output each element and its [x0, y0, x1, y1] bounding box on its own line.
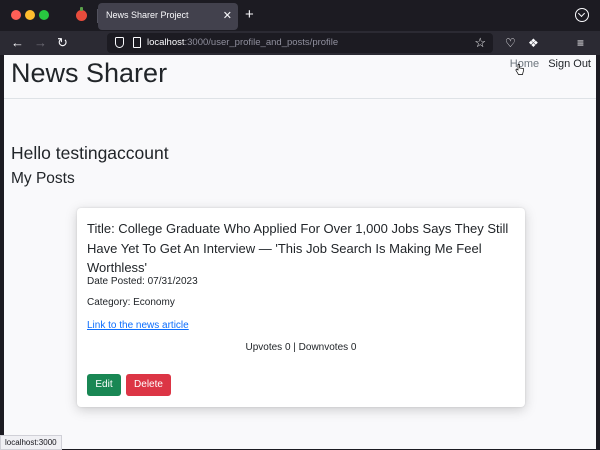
header-divider: [4, 98, 596, 99]
post-title: Title: College Graduate Who Applied For …: [87, 221, 509, 275]
url-text[interactable]: localhost:3000/user_profile_and_posts/pr…: [147, 37, 338, 48]
tab-news-sharer[interactable]: News Sharer Project ✕: [98, 3, 238, 30]
list-all-tabs-icon[interactable]: [575, 8, 589, 22]
minimize-window-button[interactable]: [25, 10, 35, 20]
post-card: Title: College Graduate Who Applied For …: [77, 208, 525, 407]
url-host: localhost: [147, 37, 185, 48]
edit-button[interactable]: Edit: [87, 374, 121, 396]
my-posts-heading: My Posts: [11, 170, 75, 187]
forward-arrow-icon[interactable]: →: [34, 35, 47, 51]
extensions-icon[interactable]: ❖: [528, 35, 539, 51]
close-window-button[interactable]: [11, 10, 21, 20]
post-date: Date Posted: 07/31/2023: [87, 276, 198, 287]
shield-icon[interactable]: [115, 37, 124, 48]
site-brand[interactable]: News Sharer: [11, 58, 167, 89]
pinned-tab[interactable]: [66, 2, 96, 30]
pocket-icon[interactable]: ♡: [505, 35, 516, 51]
url-path: :3000/user_profile_and_posts/profile: [184, 37, 339, 48]
tomato-favicon-icon: [76, 7, 87, 21]
bookmark-star-icon[interactable]: ☆: [474, 34, 486, 51]
greeting-heading: Hello testingaccount: [11, 143, 169, 163]
post-category: Category: Economy: [87, 297, 175, 308]
news-article-link[interactable]: Link to the news article: [87, 320, 189, 331]
tab-title: News Sharer Project: [106, 10, 189, 20]
hand-cursor-icon: [515, 64, 524, 75]
reload-icon[interactable]: ↻: [57, 35, 68, 51]
tab-bar: News Sharer Project ✕ +: [0, 0, 600, 31]
maximize-window-button[interactable]: [39, 10, 49, 20]
sign-out-link[interactable]: Sign Out: [548, 58, 591, 70]
tab-close-icon[interactable]: ✕: [223, 9, 232, 23]
hamburger-menu-icon[interactable]: ≡: [577, 35, 584, 51]
vote-counts: Upvotes 0 | Downvotes 0: [245, 342, 357, 353]
address-bar[interactable]: localhost:3000/user_profile_and_posts/pr…: [107, 33, 493, 53]
page-viewport: News Sharer Home Sign Out Hello testinga…: [4, 55, 596, 449]
status-bar-url: localhost:3000: [0, 435, 62, 450]
back-arrow-icon[interactable]: ←: [11, 35, 24, 51]
navigation-toolbar: ← → ↻ localhost:3000/user_profile_and_po…: [0, 31, 600, 55]
new-tab-icon[interactable]: +: [245, 6, 254, 24]
delete-button[interactable]: Delete: [126, 374, 171, 396]
page-icon[interactable]: [133, 37, 141, 48]
